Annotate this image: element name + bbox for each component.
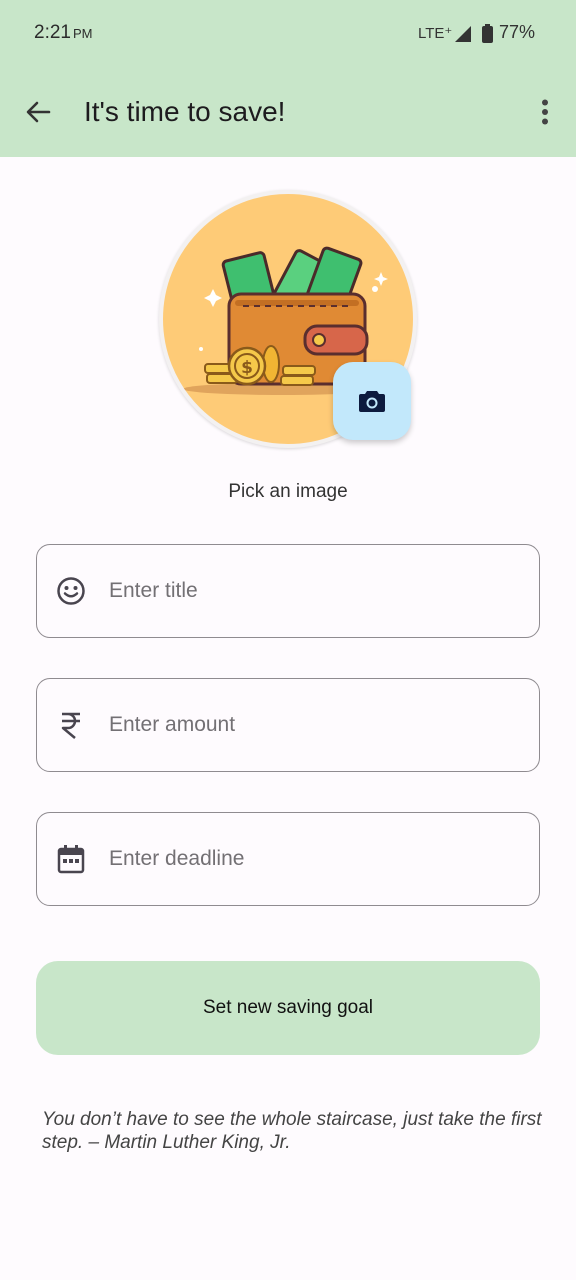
amount-input[interactable] (109, 679, 519, 771)
title-input[interactable] (109, 545, 519, 637)
svg-text:$: $ (241, 358, 253, 378)
more-vert-icon (542, 99, 548, 125)
deadline-input[interactable] (109, 813, 519, 905)
status-time: 2:21 PM (34, 22, 92, 44)
deadline-field[interactable] (36, 812, 540, 906)
signal-icon (455, 26, 471, 42)
amount-field[interactable] (36, 678, 540, 772)
status-bar: 2:21 PM LTE⁺ 77% (0, 0, 576, 68)
camera-icon (359, 391, 385, 412)
rupee-icon (55, 709, 87, 741)
back-button[interactable] (20, 94, 56, 130)
calendar-icon (55, 843, 87, 875)
smiley-icon (55, 575, 87, 607)
app-bar: 2:21 PM LTE⁺ 77% It's time to save! (0, 0, 576, 157)
arrow-back-icon (26, 101, 51, 123)
more-options-button[interactable] (528, 94, 562, 130)
status-time-value: 2:21 (34, 22, 71, 43)
status-ampm: PM (72, 26, 93, 41)
set-saving-goal-button[interactable]: Set new saving goal (36, 961, 540, 1055)
page-title: It's time to save! (84, 96, 286, 127)
battery-icon (482, 24, 493, 43)
camera-button[interactable] (333, 362, 411, 440)
motivational-quote: You don’t have to see the whole staircas… (42, 1109, 542, 1153)
pick-image-label: Pick an image (228, 481, 348, 502)
network-label: LTE⁺ (418, 25, 453, 42)
title-field[interactable] (36, 544, 540, 638)
battery-percent: 77% (499, 22, 536, 42)
